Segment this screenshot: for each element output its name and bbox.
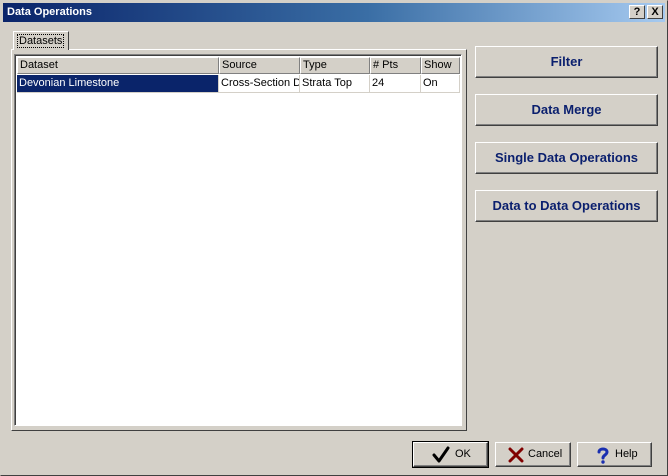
cancel-button[interactable]: Cancel [495,442,571,467]
cell-type[interactable]: Strata Top [300,75,370,93]
title-close-button[interactable]: X [647,5,663,19]
window-title: Data Operations [7,6,92,18]
help-button[interactable]: Help [577,442,652,467]
cell-pts[interactable]: 24 [370,75,421,93]
tab-datasets-label: Datasets [17,34,65,48]
help-label: Help [615,448,638,460]
title-bar[interactable]: Data Operations ? X [3,3,665,22]
data-operations-dialog: Data Operations ? X Datasets Dataset Sou… [0,0,668,476]
cell-show[interactable]: On [421,75,460,93]
data-to-data-operations-button[interactable]: Data to Data Operations [475,190,658,222]
data-merge-button[interactable]: Data Merge [475,94,658,126]
x-mark-icon [508,447,524,463]
question-mark-icon [597,447,609,464]
column-header-source[interactable]: Source [219,57,300,74]
title-help-button[interactable]: ? [629,5,645,19]
column-header-dataset[interactable]: Dataset [17,57,219,74]
tab-datasets[interactable]: Datasets [13,31,69,50]
cancel-label: Cancel [528,448,563,460]
ok-button[interactable]: OK [412,441,489,468]
single-data-operations-button[interactable]: Single Data Operations [475,142,658,174]
datasets-table[interactable]: Dataset Source Type # Pts Show Devonian … [14,54,462,426]
column-header-pts[interactable]: # Pts [370,57,421,74]
cell-dataset[interactable]: Devonian Limestone [17,75,219,93]
ok-label: OK [455,448,471,460]
checkmark-icon [432,446,450,463]
cell-source[interactable]: Cross-Section Data [219,75,300,93]
column-header-type[interactable]: Type [300,57,370,74]
column-header-show[interactable]: Show [421,57,460,74]
filter-button[interactable]: Filter [475,46,658,78]
